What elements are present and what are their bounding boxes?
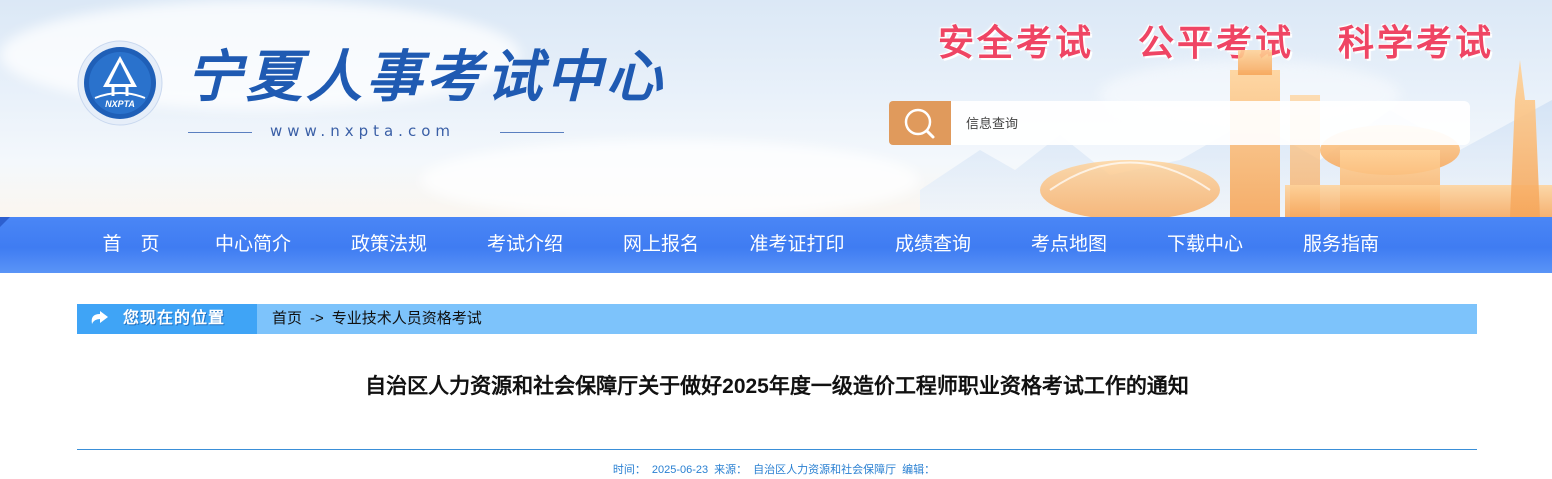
breadcrumb-home-link[interactable]: 首页	[272, 310, 302, 327]
nav-score-query[interactable]: 成绩查询	[865, 217, 1001, 273]
nav-exam-map[interactable]: 考点地图	[1001, 217, 1137, 273]
search-box	[889, 101, 1470, 145]
divider-line	[188, 132, 252, 133]
article-title: 自治区人力资源和社会保障厅关于做好2025年度一级造价工程师职业资格考试工作的通…	[365, 375, 1189, 398]
nav-downloads[interactable]: 下载中心	[1137, 217, 1273, 273]
meta-time: 2025-06-23	[651, 464, 709, 476]
nav-exam-intro[interactable]: 考试介绍	[457, 217, 593, 273]
breadcrumb-separator: ->	[310, 310, 324, 327]
breadcrumb-category-link[interactable]: 专业技术人员资格考试	[332, 310, 482, 327]
nxpta-logo-icon[interactable]: NXPTA	[77, 40, 163, 126]
divider-line	[500, 132, 564, 133]
site-url: www.nxpta.com	[270, 122, 455, 140]
logo-text: NXPTA	[105, 99, 135, 109]
breadcrumb: 您现在的位置 首页 -> 专业技术人员资格考试	[77, 304, 1477, 334]
breadcrumb-label: 您现在的位置	[123, 310, 226, 327]
nav-registration[interactable]: 网上报名	[593, 217, 729, 273]
breadcrumb-label-box: 您现在的位置	[77, 304, 257, 334]
nav-admission-ticket[interactable]: 准考证打印	[729, 217, 865, 273]
site-name: 宁夏人事考试中心	[186, 44, 666, 110]
location-arrow-icon	[91, 311, 108, 324]
meta-editor-label: 编辑：	[902, 464, 936, 476]
search-button[interactable]	[889, 101, 951, 145]
article-meta: 时间： 2025-06-23 来源： 自治区人力资源和社会保障厅 编辑：	[77, 461, 1477, 477]
search-input[interactable]	[951, 101, 1470, 145]
nav-policy[interactable]: 政策法规	[321, 217, 457, 273]
breadcrumb-path: 首页 -> 专业技术人员资格考试	[272, 304, 482, 334]
meta-time-label: 时间：	[612, 464, 646, 476]
main-nav: 首 页 中心简介 政策法规 考试介绍 网上报名 准考证打印 成绩查询 考点地图 …	[0, 217, 1552, 273]
nav-about[interactable]: 中心简介	[185, 217, 321, 273]
article-divider	[77, 449, 1477, 450]
search-icon	[904, 108, 935, 139]
meta-source-label: 来源：	[714, 464, 748, 476]
meta-source: 自治区人力资源和社会保障厅	[753, 464, 897, 476]
nav-corner-decoration	[0, 217, 10, 227]
nav-home[interactable]: 首 页	[77, 217, 185, 273]
site-header: NXPTA 宁夏人事考试中心 www.nxpta.com 安全考试 公平考试 科…	[0, 0, 1552, 217]
nav-service-guide[interactable]: 服务指南	[1273, 217, 1409, 273]
cloud-decoration	[420, 140, 920, 217]
